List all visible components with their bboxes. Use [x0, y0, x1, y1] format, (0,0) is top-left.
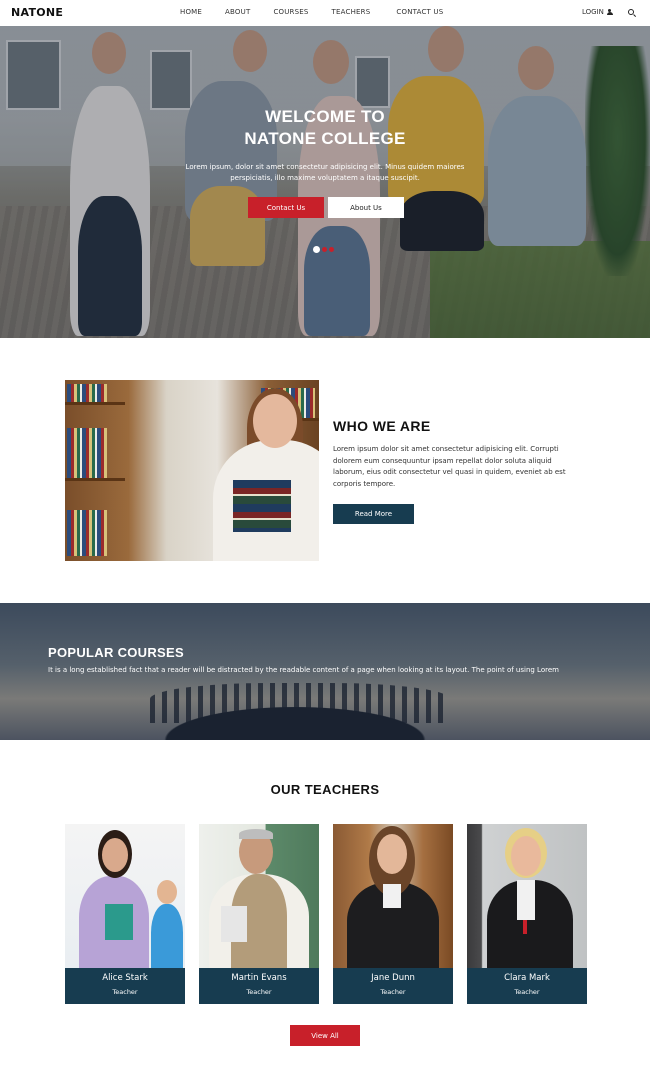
- bookshelf-shelf: [65, 402, 125, 405]
- teacher-head: [102, 838, 128, 872]
- teacher-role: Teacher: [246, 988, 272, 996]
- bookshelf-books: [67, 510, 107, 556]
- teacher-name: Clara Mark: [504, 973, 550, 983]
- carousel-dot[interactable]: [322, 247, 327, 252]
- main-menu: HOME ABOUT COURSES TEACHERS CONTACT US: [180, 8, 443, 16]
- teacher-head: [511, 836, 541, 876]
- popular-courses-banner: POPULAR COURSES It is a long established…: [0, 603, 650, 740]
- teacher-name: Alice Stark: [102, 973, 148, 983]
- user-icon: [606, 8, 613, 16]
- nav-home[interactable]: HOME: [180, 8, 202, 16]
- site-logo[interactable]: NATONE: [11, 6, 63, 19]
- hero-banner: WELCOME TO NATONE COLLEGE Lorem ipsum, d…: [0, 26, 650, 338]
- contact-us-button[interactable]: Contact Us: [248, 197, 324, 218]
- teacher-books: [221, 906, 247, 942]
- book-stack: [233, 480, 291, 532]
- teacher-role: Teacher: [514, 988, 540, 996]
- bookshelf-books: [67, 428, 107, 478]
- login-label: LOGIN: [582, 8, 604, 16]
- teacher-name: Martin Evans: [231, 973, 287, 983]
- teacher-card[interactable]: Martin Evans Teacher: [199, 824, 319, 1004]
- teacher-name: Jane Dunn: [371, 973, 415, 983]
- read-more-button[interactable]: Read More: [333, 504, 414, 524]
- view-all-button[interactable]: View All: [290, 1025, 360, 1046]
- hero-title-line-1: WELCOME TO: [265, 107, 385, 126]
- woman-head: [253, 394, 297, 448]
- student-body: [151, 904, 183, 968]
- about-title: WHO WE ARE: [333, 418, 431, 434]
- teacher-pen: [523, 920, 527, 934]
- teacher-photo: [333, 824, 453, 968]
- search-icon[interactable]: [628, 9, 634, 15]
- top-navbar: NATONE HOME ABOUT COURSES TEACHERS CONTA…: [0, 0, 650, 26]
- teacher-card[interactable]: Jane Dunn Teacher: [333, 824, 453, 1004]
- graduates-crowd: [130, 698, 460, 740]
- teacher-role: Teacher: [380, 988, 406, 996]
- teacher-photo: [467, 824, 587, 968]
- teacher-hair: [239, 829, 273, 839]
- student-head: [157, 880, 177, 904]
- nav-contact-us[interactable]: CONTACT US: [396, 8, 443, 16]
- teacher-photo: [199, 824, 319, 968]
- bookshelf-shelf: [65, 478, 125, 481]
- nav-teachers[interactable]: TEACHERS: [332, 8, 371, 16]
- login-link[interactable]: LOGIN: [582, 8, 613, 16]
- hero-title-line-2: NATONE COLLEGE: [244, 129, 406, 148]
- nav-about[interactable]: ABOUT: [225, 8, 250, 16]
- courses-title: POPULAR COURSES: [48, 645, 184, 660]
- hero-description: Lorem ipsum, dolor sit amet consectetur …: [185, 163, 465, 182]
- teacher-books: [105, 904, 133, 940]
- teacher-card[interactable]: Clara Mark Teacher: [467, 824, 587, 1004]
- carousel-indicators: [313, 246, 334, 253]
- about-us-button[interactable]: About Us: [328, 197, 404, 218]
- teacher-card[interactable]: Alice Stark Teacher: [65, 824, 185, 1004]
- courses-description: It is a long established fact that a rea…: [48, 666, 559, 674]
- bookshelf-books: [67, 384, 107, 402]
- about-description: Lorem ipsum dolor sit amet consectetur a…: [333, 445, 566, 488]
- teachers-title: OUR TEACHERS: [270, 782, 380, 797]
- teacher-shirt: [517, 880, 535, 920]
- teacher-shirt: [383, 884, 401, 908]
- nav-courses[interactable]: COURSES: [273, 8, 308, 16]
- hero-title: WELCOME TO NATONE COLLEGE: [0, 106, 650, 150]
- carousel-dot[interactable]: [329, 247, 334, 252]
- teacher-photo: [65, 824, 185, 968]
- teacher-role: Teacher: [112, 988, 138, 996]
- carousel-dot-active[interactable]: [313, 246, 320, 253]
- about-image: [65, 380, 319, 561]
- teacher-head: [377, 834, 407, 874]
